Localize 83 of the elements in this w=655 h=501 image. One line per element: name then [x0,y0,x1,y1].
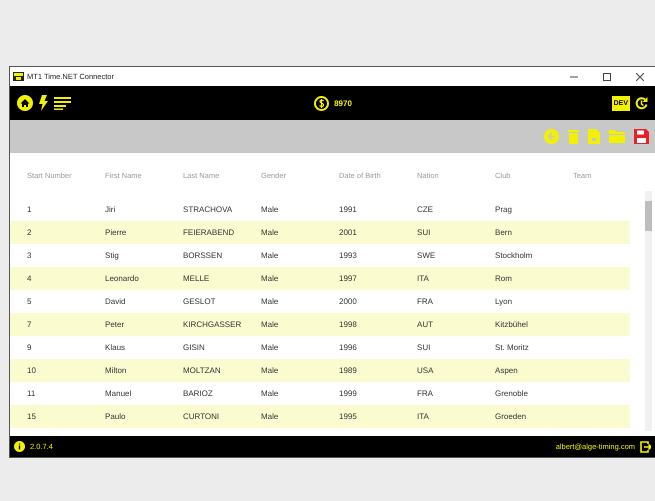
table-cell: 2001 [339,228,357,237]
table-cell: CURTONI [183,412,220,421]
table-cell: Manuel [105,389,132,398]
table-cell: MELLE [183,274,210,283]
table-cell: 10 [27,366,36,375]
table-cell: 5 [27,297,32,306]
home-icon[interactable] [17,95,33,111]
table-cell: Prag [495,205,512,214]
table-cell: David [105,297,126,306]
table-cell: CZE [417,205,433,214]
table-cell: FRA [417,389,433,398]
table-cell: BARIOZ [183,389,213,398]
table-cell: SUI [417,343,430,352]
table-cell: Male [261,412,278,421]
table-cell: Male [261,205,278,214]
table-cell: Male [261,228,278,237]
table-cell: 1991 [339,205,357,214]
table-cell: SUI [417,228,430,237]
table-cell: 2 [27,228,32,237]
table-cell: 11 [27,389,36,398]
table-cell: Male [261,320,278,329]
table-cell: Male [261,251,278,260]
app-logo-icon [13,72,24,81]
table-cell: 1989 [339,366,357,375]
table-cell: Kitzbühel [495,320,528,329]
table-cell: Aspen [495,366,518,375]
table-cell: 9 [27,343,32,352]
save-icon[interactable] [634,129,649,144]
credit-count: 8970 [334,98,352,108]
table-cell: BORSSEN [183,251,222,260]
table-cell: 4 [27,274,32,283]
table-cell: 1999 [339,389,357,398]
table-cell: 1998 [339,320,357,329]
lightning-icon[interactable] [39,95,48,111]
table-cell: Paulo [105,412,126,421]
table-cell: 1 [27,205,32,214]
table-cell: Lyon [495,297,512,306]
coin-icon [314,96,330,110]
table-cell: GESLOT [183,297,216,306]
table-cell: KIRCHGASSER [183,320,242,329]
table-cell: 1993 [339,251,357,260]
refresh-icon[interactable] [634,96,649,110]
maximize-icon[interactable] [603,72,611,80]
table-cell: Male [261,343,278,352]
table-cell: Male [261,389,278,398]
table-cell: Milton [105,366,126,375]
table-cell: Peter [105,320,124,329]
table-cell: Bern [495,228,512,237]
table-cell: St. Moritz [495,343,529,352]
info-icon [14,441,25,452]
menu-icon[interactable] [54,96,71,110]
close-icon[interactable] [636,72,644,80]
table-cell: Leonardo [105,274,139,283]
table-cell: 1995 [339,412,357,421]
table-cell: Stig [105,251,119,260]
table-cell: 15 [27,412,36,421]
table-cell: GISIN [183,343,205,352]
table-cell: FRA [417,297,433,306]
table-cell: Rom [495,274,512,283]
table-cell: MOLTZAN [183,366,221,375]
table-cell: Jiri [105,205,116,214]
table-cell: Groeden [495,412,526,421]
table-cell: Klaus [105,343,126,352]
table-cell: STRACHOVA [183,205,232,214]
table-cell: Male [261,366,278,375]
table-cell: Male [261,297,278,306]
table-cell: Grenoble [495,389,528,398]
table-cell: 1997 [339,274,357,283]
table-cell: ITA [417,412,429,421]
table-cell: Male [261,274,278,283]
table-cell: 1996 [339,343,357,352]
table-cell: 7 [27,320,32,329]
table-cell: FEIERABEND [183,228,234,237]
table-cell: Pierre [105,228,126,237]
table-cell: USA [417,366,434,375]
table-cell: AUT [417,320,433,329]
table-cell: 2000 [339,297,357,306]
table-cell: Stockholm [495,251,532,260]
scrollbar[interactable] [645,191,652,431]
table-cell: 3 [27,251,32,260]
table-cell: SWE [417,251,436,260]
table-cell: ITA [417,274,429,283]
logout-icon[interactable] [640,440,651,452]
